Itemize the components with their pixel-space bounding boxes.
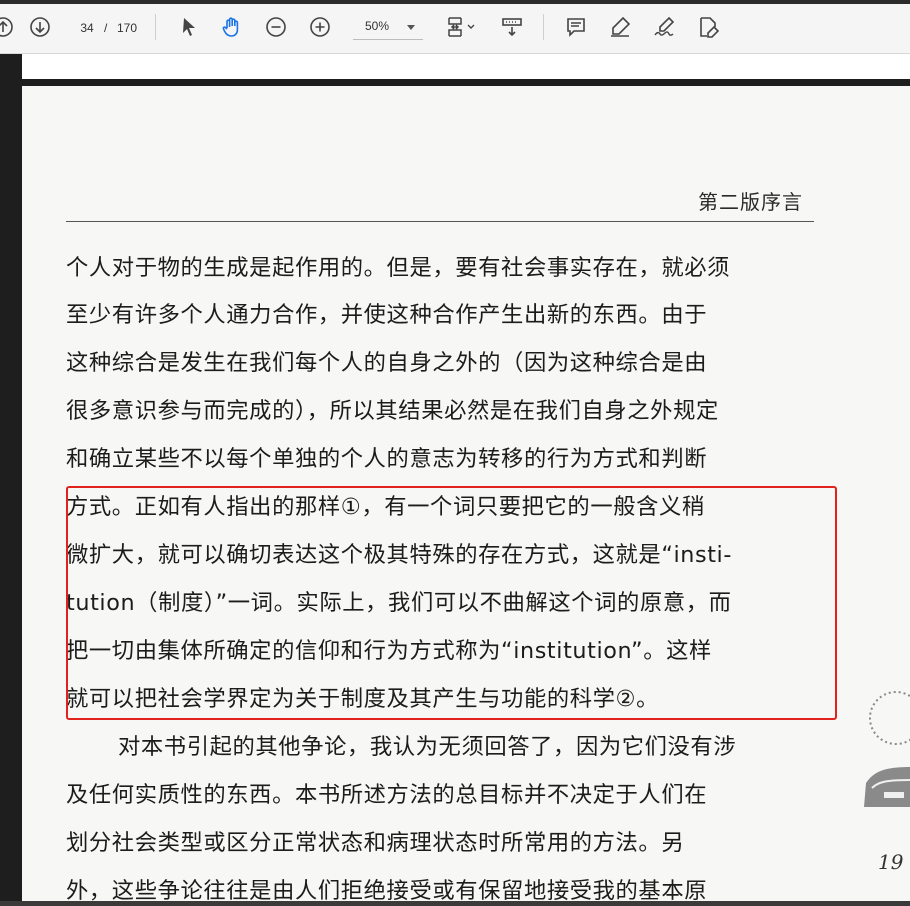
text-line: 对本书引起的其他争论，我认为无须回答了，因为它们没有涉 [118, 734, 737, 760]
zoom-value: 50% [365, 19, 390, 33]
page-separator: / [104, 21, 108, 35]
text-line: 和确立某些不以每个单独的个人的意志为转移的行为方式和判断 [66, 446, 708, 472]
scroll-mode-icon[interactable] [497, 12, 527, 42]
text-line: 划分社会类型或区分正常状态和病理状态时所常用的方法。另 [66, 830, 685, 856]
page-decoration-icon [864, 691, 910, 807]
text-line: 至少有许多个人通力合作，并使这种合作产生出新的东西。由于 [66, 302, 708, 328]
red-highlight-box [66, 486, 837, 720]
toolbar-divider [543, 14, 544, 40]
fill-sign-icon[interactable] [693, 12, 723, 42]
left-gutter [0, 54, 22, 901]
chevron-down-icon [407, 25, 415, 30]
toolbar-divider [155, 14, 156, 40]
page-gap [22, 79, 910, 86]
fit-page-icon[interactable] [440, 12, 480, 42]
page-up-icon[interactable] [0, 12, 18, 42]
zoom-select[interactable]: 50% [353, 16, 423, 40]
total-pages: 170 [117, 21, 138, 35]
text-line: 很多意识参与而完成的），所以其结果必然是在我们自身之外规定 [66, 398, 719, 424]
page-down-icon[interactable] [25, 12, 55, 42]
previous-page-bottom [22, 54, 910, 79]
hand-tool-icon[interactable] [217, 12, 247, 42]
comment-icon[interactable] [561, 12, 591, 42]
text-line: 及任何实质性的东西。本书所述方法的总目标并不决定于人们在 [66, 782, 708, 808]
current-page-input[interactable]: 34 [74, 17, 100, 39]
text-line: 外，这些争论往往是由人们拒绝接受或有保留地接受我的基本原 [66, 878, 708, 904]
running-header: 第二版序言 [698, 190, 803, 214]
toolbar: 34 / 170 50% [0, 0, 910, 54]
header-rule [66, 221, 814, 222]
highlight-pen-icon[interactable] [605, 12, 635, 42]
text-line: 这种综合是发生在我们每个人的自身之外的（因为这种综合是由 [66, 350, 708, 376]
zoom-in-icon[interactable] [305, 12, 335, 42]
text-line: 个人对于物的生成是起作用的。但是，要有社会事实存在，就必须 [66, 255, 731, 281]
zoom-out-icon[interactable] [261, 12, 291, 42]
page-number: 19 [878, 850, 904, 874]
select-arrow-icon[interactable] [174, 12, 204, 42]
window-top-strip [0, 0, 910, 4]
sign-icon[interactable] [649, 12, 679, 42]
